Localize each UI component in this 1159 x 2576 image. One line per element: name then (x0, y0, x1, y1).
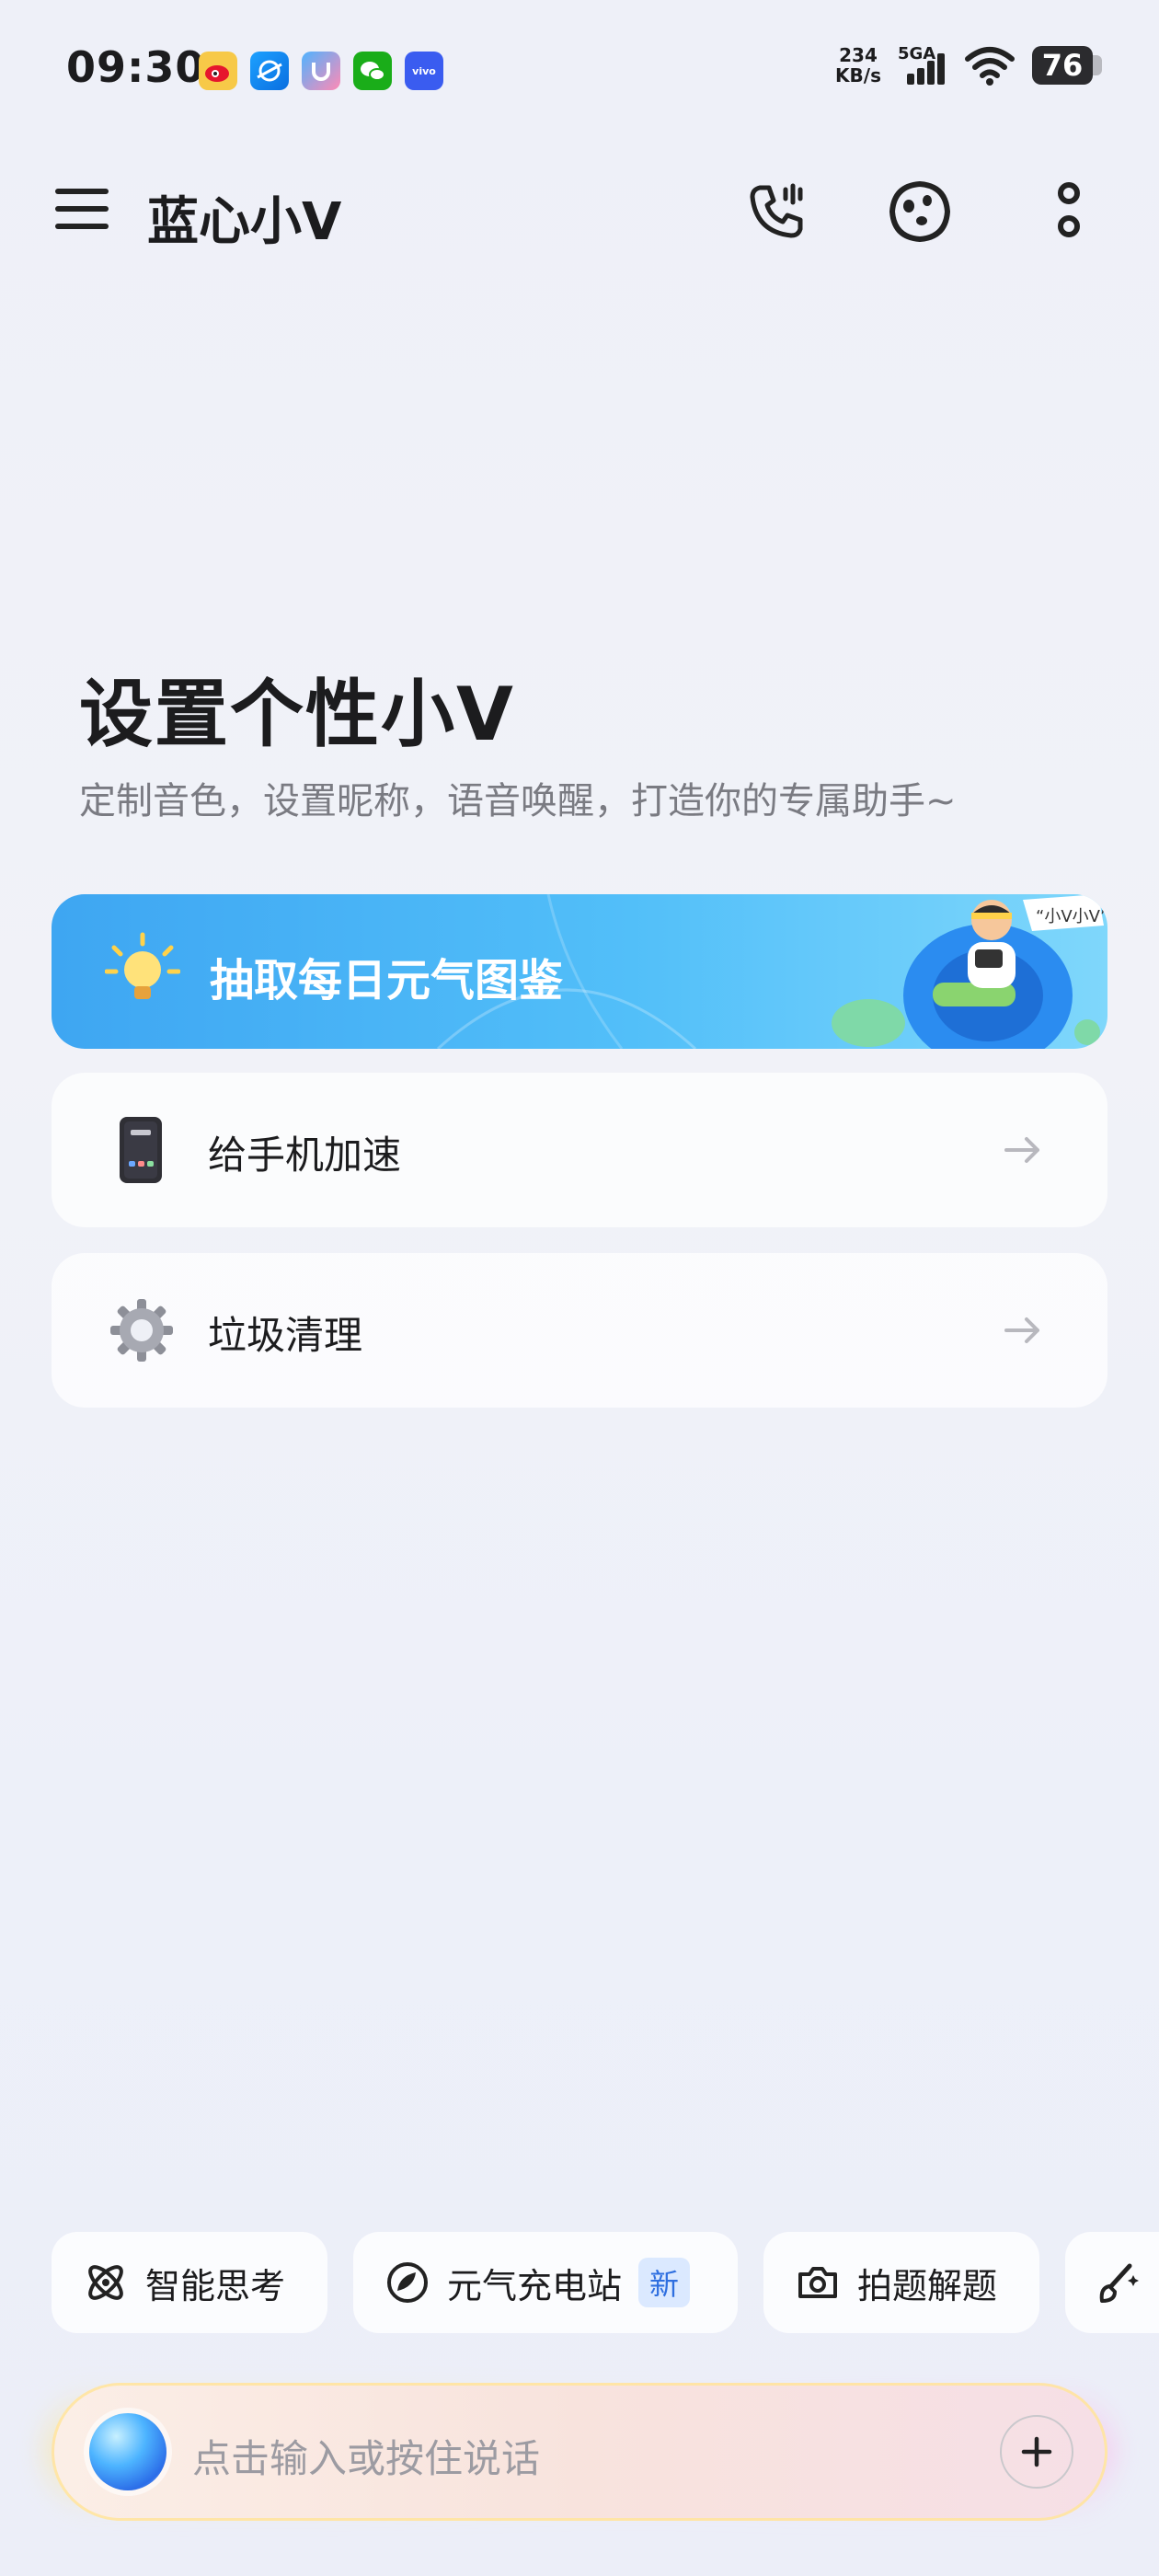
browser-icon (250, 52, 289, 90)
assistant-face-icon[interactable] (887, 178, 953, 245)
plus-icon (1021, 2436, 1052, 2467)
arrow-right-icon (1004, 1317, 1039, 1343)
vivo-icon: vivo (405, 52, 443, 90)
chip-label: 拍题解题 (857, 2265, 998, 2306)
net-speed: 234 KB/s (835, 45, 881, 86)
status-time: 09:30 (66, 42, 206, 92)
wifi-icon (965, 47, 1015, 86)
more-vertical-icon[interactable] (1036, 178, 1102, 245)
chip-label: 元气充电站 (447, 2265, 623, 2306)
card-label: 给手机加速 (208, 1133, 402, 1178)
light-bulb-icon (105, 932, 180, 999)
banner-bubble-text: “小V小V” (1036, 907, 1107, 926)
camera-icon (798, 2267, 837, 2298)
input-placeholder[interactable]: 点击输入或按住说话 (192, 2428, 540, 2484)
app-store-icon (302, 52, 340, 90)
wechat-icon (353, 52, 392, 90)
mascot-illustration: “小V小V” (832, 894, 1107, 1049)
banner-label: 抽取每日元气图鉴 (210, 955, 564, 1006)
new-badge: 新 (638, 2258, 691, 2307)
chip-photo-solve[interactable]: 拍题解题 (763, 2232, 1039, 2333)
assistant-orb-icon[interactable] (89, 2413, 166, 2490)
chip-painting[interactable] (1065, 2232, 1159, 2333)
gear-icon (110, 1299, 173, 1362)
chip-smart-thinking[interactable]: 智能思考 (52, 2232, 327, 2333)
app-title: 蓝心小V (147, 192, 342, 252)
hero-title: 设置个性小V (79, 672, 515, 757)
atom-icon (88, 2265, 123, 2300)
chip-label: 智能思考 (145, 2265, 286, 2306)
card-label: 垃圾清理 (208, 1313, 363, 1358)
paint-brush-icon (1099, 2263, 1139, 2303)
signal-icon: 5GA (898, 44, 947, 86)
charge-icon (387, 2262, 428, 2303)
junk-clean-card[interactable]: 垃圾清理 (52, 1253, 1107, 1408)
speed-up-card[interactable]: 给手机加速 (52, 1073, 1107, 1227)
menu-icon[interactable] (55, 189, 109, 229)
hero-subtitle: 定制音色，设置昵称，语音唤醒，打造你的专属助手~ (79, 780, 957, 822)
weibo-icon (199, 52, 237, 90)
daily-card-banner[interactable]: 抽取每日元气图鉴 “小V小V” (52, 894, 1107, 1049)
system-status: 234 KB/s 5GA 76 (835, 44, 1102, 86)
notification-icons: vivo (199, 52, 443, 90)
net-speed-unit: KB/s (835, 64, 881, 86)
chip-energy-station[interactable]: 元气充电站 新 (353, 2232, 738, 2333)
battery-indicator: 76 (1032, 46, 1102, 85)
net-speed-value: 234 (839, 44, 878, 66)
phone-icon (120, 1117, 162, 1183)
add-button[interactable] (1000, 2415, 1073, 2489)
chat-input-bar[interactable]: 点击输入或按住说话 (52, 2383, 1107, 2521)
arrow-right-icon (1004, 1137, 1039, 1163)
phone-call-icon[interactable] (743, 178, 809, 245)
